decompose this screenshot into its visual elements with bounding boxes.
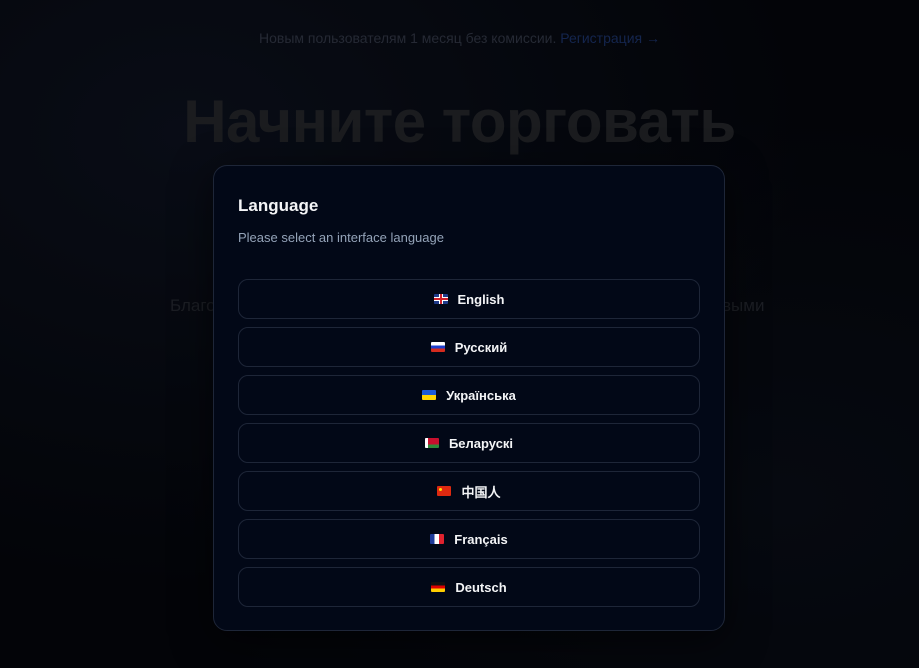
- language-label: 中国人: [461, 484, 501, 500]
- language-label: Deutsch: [455, 579, 507, 595]
- language-label: Беларускі: [448, 435, 514, 451]
- de-flag-icon: [431, 582, 446, 592]
- language-option-russian[interactable]: Русский: [238, 327, 700, 367]
- cn-flag-icon: [437, 486, 452, 496]
- language-modal: Language Please select an interface lang…: [213, 165, 725, 631]
- language-label: Français: [454, 531, 508, 547]
- modal-title: Language: [238, 196, 319, 215]
- fr-flag-icon: [430, 534, 445, 544]
- ua-flag-icon: [422, 390, 437, 400]
- language-option-german[interactable]: Deutsch: [238, 567, 700, 607]
- modal-description: Please select an interface language: [238, 230, 444, 245]
- language-option-ukrainian[interactable]: Українська: [238, 375, 700, 415]
- language-option-english[interactable]: English: [238, 279, 700, 319]
- language-label: English: [457, 291, 505, 307]
- by-flag-icon: [424, 438, 439, 448]
- language-label: Русский: [454, 339, 508, 355]
- ru-flag-icon: [430, 342, 445, 352]
- language-option-chinese[interactable]: 中国人: [238, 471, 700, 511]
- language-list: English Русский Українська Беларускі 中国人…: [238, 279, 700, 615]
- language-label: Українська: [446, 387, 516, 403]
- language-option-belarusian[interactable]: Беларускі: [238, 423, 700, 463]
- gb-flag-icon: [433, 294, 448, 304]
- language-option-french[interactable]: Français: [238, 519, 700, 559]
